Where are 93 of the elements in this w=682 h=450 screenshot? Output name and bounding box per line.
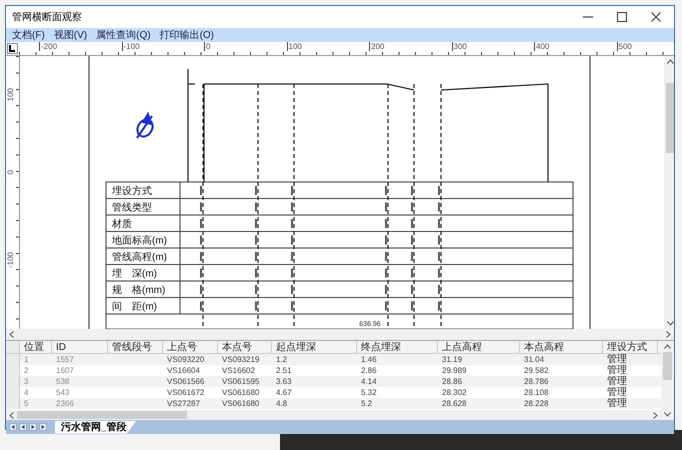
table-cell: 管理: [607, 354, 627, 365]
table-cell: 28.628: [442, 399, 466, 408]
table-cell: VS061672: [167, 388, 204, 397]
north-arrow-icon: [136, 113, 154, 139]
table-cell: 管理: [607, 398, 627, 409]
table-cell: VS061680: [222, 399, 260, 408]
vertical-scrollbar[interactable]: [661, 341, 674, 420]
table-cell: 28.108: [524, 388, 548, 397]
table-cell: 管理: [607, 387, 627, 398]
ruler-label: 500: [616, 42, 632, 51]
column-header[interactable]: 位置: [20, 341, 52, 353]
row-label: 管线高程(m): [112, 252, 167, 263]
table-cell: 28.228: [524, 399, 548, 408]
table-cell: 538: [56, 377, 70, 386]
table-cell: 1557: [56, 355, 74, 364]
table-cell: 29.989: [442, 366, 466, 375]
ruler-label: 300: [452, 42, 467, 51]
ruler-label: 100: [6, 88, 15, 102]
table-cell: 543: [56, 388, 70, 397]
ruler-corner-icon[interactable]: [7, 43, 18, 54]
table-cell: VS061566: [167, 377, 204, 386]
table-cell: 5.2: [361, 399, 372, 408]
column-header[interactable]: 上点高程: [438, 341, 520, 353]
table-cell: 28.302: [442, 388, 466, 397]
table-cell: 管理: [607, 365, 627, 376]
table-cell: 5.32: [361, 388, 377, 397]
ruler-label: 100: [286, 42, 302, 51]
ruler-label: -100: [122, 42, 140, 51]
table-cell: 1.2: [276, 355, 288, 364]
row-label: 材质: [112, 219, 132, 230]
table-cell: 29.582: [524, 366, 548, 375]
table-cell: 4: [24, 388, 28, 397]
table-cell: 5: [24, 399, 28, 408]
menu-item[interactable]: 打印输出(O): [160, 28, 214, 42]
row-label: 埋设方式: [112, 186, 152, 197]
row-label: 规 格(mm): [112, 285, 166, 296]
table-cell: 2: [24, 366, 28, 375]
table-cell: 2.51: [276, 366, 292, 375]
table-cell: 1.46: [361, 355, 377, 364]
table-cell: VS061595: [222, 377, 260, 386]
ruler-label: -200: [39, 42, 58, 51]
ruler-label: 0: [204, 42, 210, 51]
column-header[interactable]: 上点号: [163, 341, 218, 353]
ruler-label: 400: [534, 42, 550, 51]
table-cell: 4.8: [276, 399, 288, 408]
table-cell: 2366: [56, 399, 74, 408]
column-header[interactable]: 起点埋深: [272, 341, 357, 353]
sheet-nav-icon[interactable]: [39, 423, 47, 431]
column-header[interactable]: 埋设方式: [603, 341, 658, 353]
row-label: 间 距(m): [112, 302, 157, 312]
menu-item[interactable]: 文档(F): [12, 28, 45, 42]
table-cell: 31.04: [524, 355, 544, 364]
maximize-icon[interactable]: [616, 11, 628, 23]
table-cell: 2.86: [361, 366, 377, 375]
table-cell: 4.14: [361, 377, 377, 386]
table-cell: VS093219: [222, 355, 260, 364]
table-cell: VS27287: [167, 399, 200, 408]
table-cell: VS093220: [167, 355, 204, 364]
horizontal-scrollbar[interactable]: [6, 410, 661, 420]
menu-item[interactable]: 视图(V): [54, 28, 88, 42]
window-title: 管网横断面观察: [12, 10, 82, 24]
sheet-nav-icon[interactable]: [29, 423, 37, 431]
table-cell: 4.67: [276, 388, 292, 397]
close-icon[interactable]: [650, 11, 662, 23]
ruler-label: -100: [6, 252, 15, 268]
sheet-nav-icon[interactable]: [9, 423, 17, 431]
table-cell: 1607: [56, 366, 74, 375]
row-label: 地面标高(m): [112, 236, 167, 246]
scroll-thumb[interactable]: [666, 83, 674, 153]
vertical-scrollbar[interactable]: [664, 56, 674, 329]
table-cell: VS061680: [222, 388, 260, 397]
table-cell: 28.86: [442, 377, 462, 386]
sheet-nav-icon[interactable]: [19, 423, 27, 431]
horizontal-scrollbar[interactable]: [6, 329, 674, 341]
column-header[interactable]: 终点埋深: [357, 341, 438, 353]
table-cell: 管理: [607, 376, 627, 387]
row-label: 管线类型: [112, 202, 152, 214]
table-cell: VS16602: [222, 366, 255, 375]
row-label: 埋 深(m): [112, 268, 157, 280]
column-header[interactable]: 本点高程: [520, 341, 603, 353]
sheet-tab[interactable]: 污水管网_管段: [55, 420, 137, 434]
column-header[interactable]: ID: [52, 341, 108, 353]
column-header[interactable]: 本点号: [218, 341, 272, 353]
table-cell: 31.19: [442, 355, 462, 364]
table-cell: 28.786: [524, 377, 548, 386]
ruler-label: 0: [6, 170, 15, 174]
ruler-label: 200: [369, 42, 384, 51]
table-cell: 1: [24, 355, 28, 364]
table-cell: 3.63: [276, 377, 292, 386]
menu-item[interactable]: 属性查询(Q): [96, 28, 151, 42]
table-cell: 3: [24, 377, 28, 386]
table-cell: VS16604: [167, 366, 200, 375]
column-header[interactable]: 管线段号: [108, 341, 163, 353]
